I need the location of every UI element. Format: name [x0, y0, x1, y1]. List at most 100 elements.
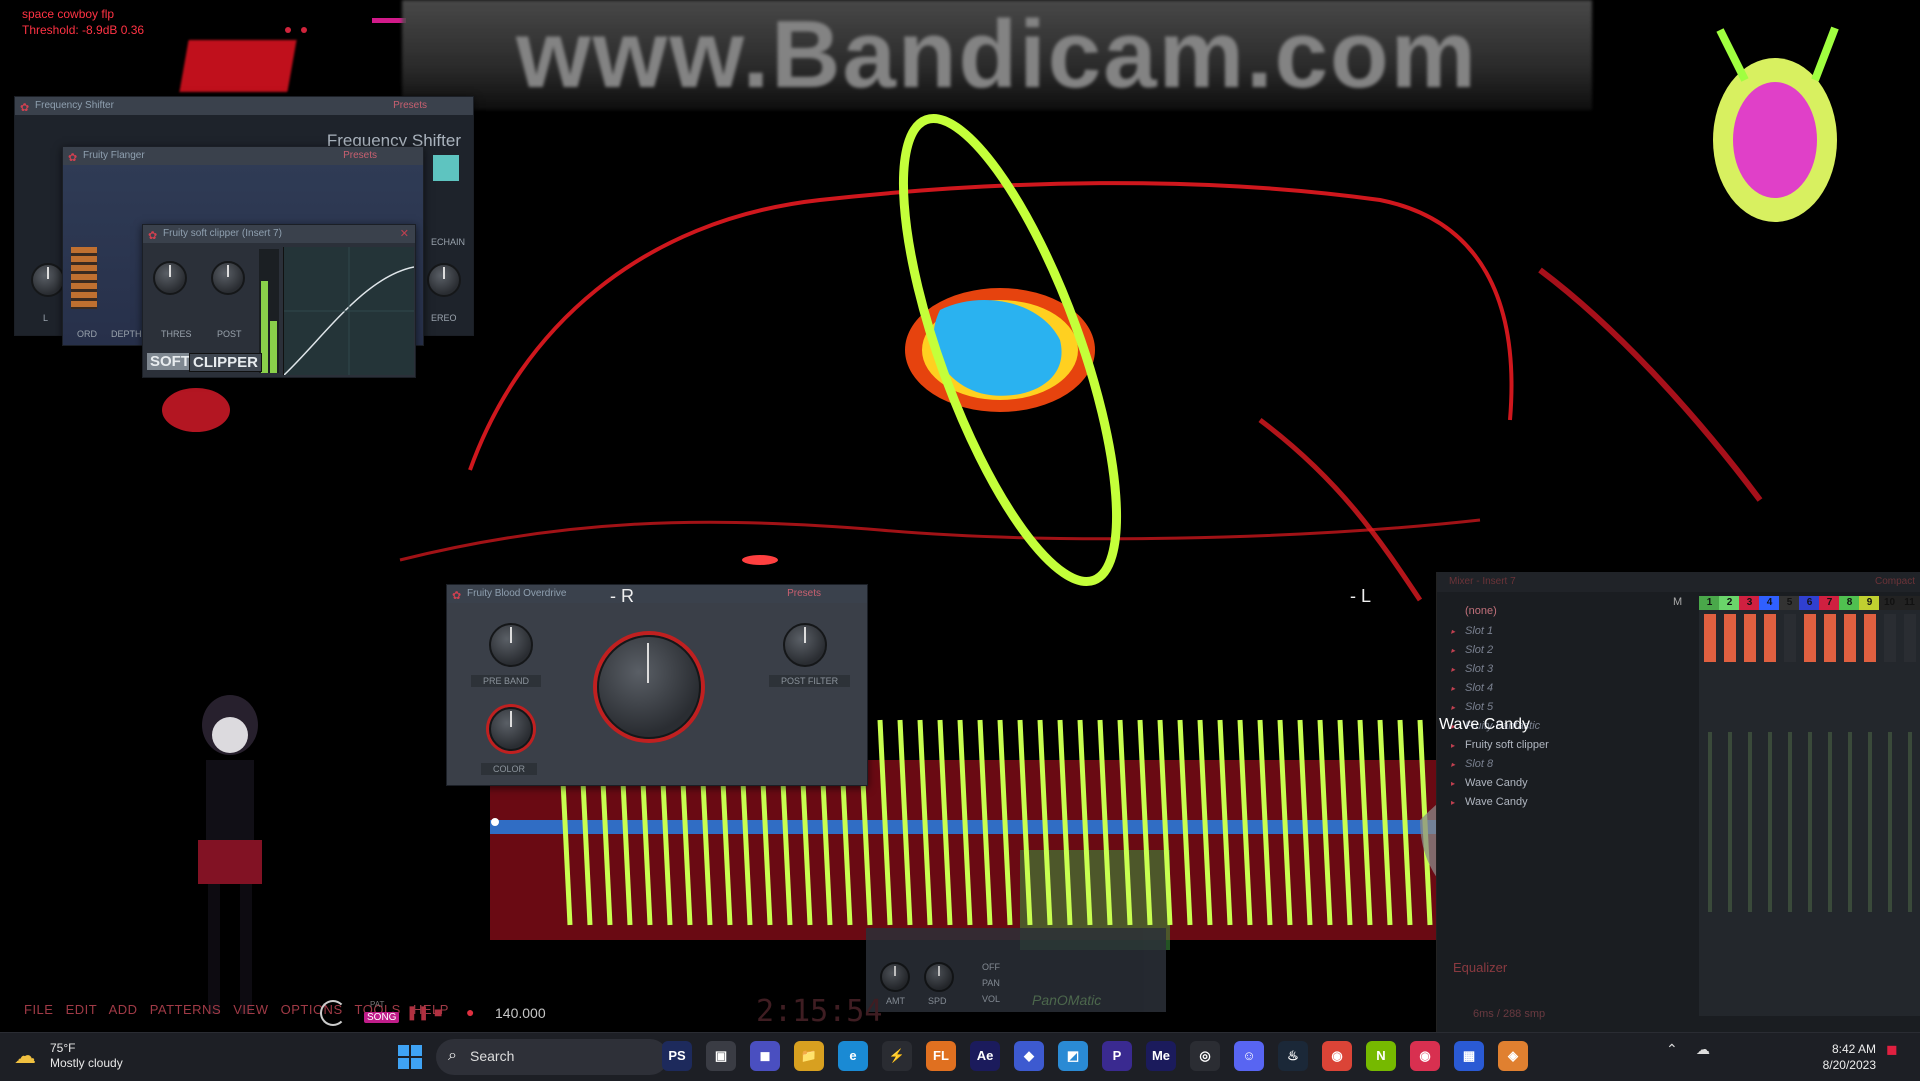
- taskbar-app-icon[interactable]: FL: [926, 1041, 956, 1071]
- soft-clipper-window[interactable]: ✿ Fruity soft clipper (Insert 7) ✕ THRES…: [142, 224, 416, 378]
- vol-option[interactable]: VOL: [982, 994, 1000, 1004]
- pre-band-knob[interactable]: [489, 623, 533, 667]
- mixer-channel-strip[interactable]: 5: [1779, 596, 1801, 1016]
- mixer-channel-strip[interactable]: 1: [1699, 596, 1721, 1016]
- menu-view[interactable]: VIEW: [233, 1002, 268, 1017]
- notification-icon[interactable]: ◼: [1886, 1041, 1898, 1058]
- taskbar-app-icon[interactable]: PS: [662, 1041, 692, 1071]
- taskbar-app-icon[interactable]: Me: [1146, 1041, 1176, 1071]
- record-icon[interactable]: ●: [466, 1004, 474, 1020]
- taskbar-app-icon[interactable]: ▦: [1454, 1041, 1484, 1071]
- mixer-fader[interactable]: [1907, 732, 1912, 912]
- frequency-shifter-knob-right[interactable]: [427, 263, 461, 297]
- panomatic-window[interactable]: AMT SPD OFF PAN VOL PanOMatic: [866, 928, 1166, 1012]
- windows-start-button[interactable]: [398, 1045, 422, 1069]
- mixer-fader[interactable]: [1727, 732, 1732, 912]
- taskbar-app-icon[interactable]: ◈: [1498, 1041, 1528, 1071]
- post-knob[interactable]: [211, 261, 245, 295]
- drive-knob[interactable]: [597, 635, 701, 739]
- mixer-fader[interactable]: [1887, 732, 1892, 912]
- gear-icon[interactable]: ✿: [148, 227, 157, 245]
- mixer-slot[interactable]: ▸ Wave Candy: [1443, 774, 1603, 793]
- menu-patterns[interactable]: PATTERNS: [150, 1002, 221, 1017]
- stop-icon[interactable]: ■: [434, 1004, 442, 1020]
- mixer-slot[interactable]: ▸ Fruity soft clipper: [1443, 736, 1603, 755]
- taskbar-app-icon[interactable]: P: [1102, 1041, 1132, 1071]
- menu-file[interactable]: FILE: [24, 1002, 53, 1017]
- mixer-fader[interactable]: [1807, 732, 1812, 912]
- mixer-slot[interactable]: ▸ Slot 4: [1443, 679, 1603, 698]
- taskbar-app-icon[interactable]: ⚡: [882, 1041, 912, 1071]
- onedrive-icon[interactable]: ☁: [1696, 1041, 1710, 1058]
- mixer-channel-strip[interactable]: 6: [1799, 596, 1821, 1016]
- taskbar-app-icon[interactable]: ♨: [1278, 1041, 1308, 1071]
- taskbar-app-icon[interactable]: 📁: [794, 1041, 824, 1071]
- taskbar-app-icon[interactable]: ◼: [750, 1041, 780, 1071]
- mixer-channel-strip[interactable]: 3: [1739, 596, 1761, 1016]
- taskbar-app-icon[interactable]: ◆: [1014, 1041, 1044, 1071]
- blood-overdrive-window[interactable]: ✿ Fruity Blood Overdrive Presets PRE BAN…: [446, 584, 868, 786]
- taskbar-app-icon[interactable]: ☺: [1234, 1041, 1264, 1071]
- mixer-titlebar[interactable]: Mixer - Insert 7 Compact: [1437, 572, 1920, 592]
- mixer-fader[interactable]: [1767, 732, 1772, 912]
- blood-overdrive-titlebar[interactable]: ✿ Fruity Blood Overdrive Presets: [447, 585, 867, 603]
- mixer-slot[interactable]: ▸ Slot 2: [1443, 641, 1603, 660]
- mixer-channel-strip[interactable]: 11: [1899, 596, 1920, 1016]
- soft-clipper-titlebar[interactable]: ✿ Fruity soft clipper (Insert 7) ✕: [143, 225, 415, 243]
- mixer-channel-strip[interactable]: 8: [1839, 596, 1861, 1016]
- mixer-slot[interactable]: ▸ Slot 8: [1443, 755, 1603, 774]
- mixer-slot[interactable]: ▸ Slot 3: [1443, 660, 1603, 679]
- taskbar-app-icon[interactable]: N: [1366, 1041, 1396, 1071]
- mixer-fader[interactable]: [1847, 732, 1852, 912]
- mixer-channel-strip[interactable]: 10: [1879, 596, 1901, 1016]
- mixer-fader[interactable]: [1707, 732, 1712, 912]
- tray-chevron-icon[interactable]: ⌃: [1666, 1041, 1678, 1058]
- gear-icon[interactable]: ✿: [20, 99, 29, 117]
- pattern-mode-label[interactable]: PAT: [370, 1000, 384, 1009]
- flanger-titlebar[interactable]: ✿ Fruity Flanger Presets: [63, 147, 423, 165]
- mixer-slot[interactable]: ▸ Wave Candy: [1443, 793, 1603, 812]
- taskbar-app-icon[interactable]: ◉: [1410, 1041, 1440, 1071]
- presets-button[interactable]: Presets: [787, 585, 821, 603]
- speed-knob[interactable]: [924, 962, 954, 992]
- mixer-slot[interactable]: ▸ Slot 1: [1443, 622, 1603, 641]
- mixer-fader[interactable]: [1787, 732, 1792, 912]
- mixer-fader[interactable]: [1827, 732, 1832, 912]
- taskbar-app-icon[interactable]: ◉: [1322, 1041, 1352, 1071]
- frequency-shifter-knob-left[interactable]: [31, 263, 65, 297]
- presets-button[interactable]: Presets: [343, 147, 377, 165]
- compact-button[interactable]: Compact: [1875, 572, 1915, 592]
- taskbar-app-icon[interactable]: ▣: [706, 1041, 736, 1071]
- mixer-window[interactable]: Mixer - Insert 7 Compact (none) ▸ Slot 1 ▸…: [1436, 572, 1920, 1032]
- menu-add[interactable]: ADD: [109, 1002, 138, 1017]
- taskbar-search[interactable]: ⌕ Search: [436, 1039, 668, 1075]
- presets-button[interactable]: Presets: [393, 97, 427, 115]
- song-time-display[interactable]: 2:15:54: [756, 994, 882, 1029]
- taskbar-app-icon[interactable]: ◎: [1190, 1041, 1220, 1071]
- taskbar-app-icon[interactable]: ◩: [1058, 1041, 1088, 1071]
- weather-widget[interactable]: ☁ 75°F Mostly cloudy: [14, 1041, 123, 1071]
- tempo-display[interactable]: 140.000: [495, 1005, 546, 1021]
- post-filter-knob[interactable]: [783, 623, 827, 667]
- input-none[interactable]: (none): [1443, 600, 1603, 622]
- system-clock[interactable]: 8:42 AM 8/20/2023: [1792, 1041, 1876, 1073]
- close-icon[interactable]: ✕: [400, 225, 409, 243]
- pause-icon[interactable]: ❚❚: [406, 1004, 429, 1021]
- threshold-knob[interactable]: [153, 261, 187, 295]
- song-mode-button[interactable]: SONG: [364, 1012, 400, 1023]
- amount-knob[interactable]: [880, 962, 910, 992]
- taskbar-app-icon[interactable]: e: [838, 1041, 868, 1071]
- mixer-channel-strip[interactable]: 2: [1719, 596, 1741, 1016]
- taskbar-app-icon[interactable]: Ae: [970, 1041, 1000, 1071]
- color-knob[interactable]: [489, 707, 533, 751]
- menu-edit[interactable]: EDIT: [66, 1002, 98, 1017]
- mixer-channel-strip[interactable]: 9: [1859, 596, 1881, 1016]
- mixer-fader[interactable]: [1747, 732, 1752, 912]
- pan-option[interactable]: PAN: [982, 978, 1000, 988]
- mixer-fader[interactable]: [1867, 732, 1872, 912]
- off-option[interactable]: OFF: [982, 962, 1000, 972]
- frequency-shifter-titlebar[interactable]: ✿ Frequency Shifter Presets: [15, 97, 473, 115]
- mixer-slot[interactable]: ▸ Slot 5: [1443, 698, 1603, 717]
- mixer-channel-strip[interactable]: 7: [1819, 596, 1841, 1016]
- mixer-channel-strip[interactable]: 4: [1759, 596, 1781, 1016]
